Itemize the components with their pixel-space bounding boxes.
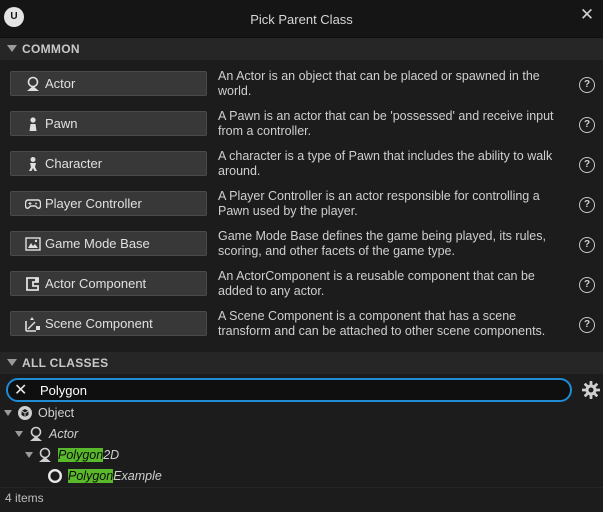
all-classes-section-header[interactable]: ALL CLASSES — [0, 352, 603, 374]
gear-icon[interactable] — [581, 380, 601, 400]
character-help-icon[interactable]: ? — [579, 157, 595, 173]
pawn-class-description: A Pawn is an actor that can be 'possesse… — [218, 109, 554, 138]
common-section-label: COMMON — [22, 42, 80, 56]
actor-component-class-description: An ActorComponent is a reusable componen… — [218, 269, 535, 298]
game-mode-base-class-label: Game Mode Base — [45, 236, 150, 251]
actor-class-label: Actor — [45, 76, 76, 91]
actor-icon — [30, 426, 42, 441]
common-class-row-game-mode-base: Game Mode Base Game Mode Base defines th… — [0, 229, 603, 269]
tree-node-polygon2d[interactable]: Polygon2D — [0, 446, 200, 466]
game-mode-base-help-icon[interactable]: ? — [579, 237, 595, 253]
tree-label-suffix: 2D — [103, 448, 120, 462]
tree-label-object: Object — [38, 406, 75, 420]
collapse-arrow-icon — [7, 359, 17, 366]
window-title: Pick Parent Class — [250, 12, 353, 27]
class-search-box[interactable]: ✕ — [6, 378, 572, 402]
common-class-row-player-controller: Player Controller A Player Controller is… — [0, 189, 603, 229]
scene-component-help-icon[interactable]: ? — [579, 317, 595, 333]
class-tree: Object Actor Polygon2D PolygonExample — [0, 404, 603, 490]
pawn-help-icon[interactable]: ? — [579, 117, 595, 133]
common-class-row-actor: Actor An Actor is an object that can be … — [0, 69, 603, 109]
scene-component-icon — [25, 317, 40, 332]
scene-component-class-description: A Scene Component is a component that ha… — [218, 309, 546, 338]
expand-arrow-icon[interactable] — [15, 431, 23, 437]
all-classes-section-label: ALL CLASSES — [22, 356, 109, 370]
actor-help-icon[interactable]: ? — [579, 77, 595, 93]
gamepad-icon — [25, 199, 41, 209]
search-match-highlight: Polygon — [68, 469, 114, 483]
tree-label-polygon2d: Polygon2D — [58, 448, 119, 462]
scene-component-class-button[interactable]: Scene Component — [10, 311, 207, 336]
search-match-highlight: Polygon — [58, 448, 104, 462]
item-count-status: 4 items — [5, 491, 44, 505]
pawn-class-label: Pawn — [45, 116, 78, 131]
character-class-label: Character — [45, 156, 103, 171]
scene-component-class-label: Scene Component — [45, 316, 153, 331]
tree-node-polygon-example[interactable]: PolygonExample — [0, 467, 200, 487]
tree-label-suffix: Example — [113, 469, 162, 483]
actor-class-button[interactable]: Actor — [10, 71, 207, 96]
collapse-arrow-icon — [7, 45, 17, 52]
common-class-row-character: Character A character is a type of Pawn … — [0, 149, 603, 189]
player-controller-help-icon[interactable]: ? — [579, 197, 595, 213]
expand-arrow-icon[interactable] — [4, 410, 12, 416]
game-mode-icon — [25, 237, 41, 251]
player-controller-class-button[interactable]: Player Controller — [10, 191, 207, 216]
character-class-description: A character is a type of Pawn that inclu… — [218, 149, 553, 178]
clear-search-icon[interactable]: ✕ — [14, 382, 27, 399]
common-class-list: Actor An Actor is an object that can be … — [0, 60, 603, 344]
common-class-row-scene-component: Scene Component A Scene Component is a c… — [0, 309, 603, 349]
game-mode-base-class-description: Game Mode Base defines the game being pl… — [218, 229, 546, 258]
common-class-row-pawn: Pawn A Pawn is an actor that can be 'pos… — [0, 109, 603, 149]
actor-icon — [39, 447, 51, 462]
game-mode-base-class-button[interactable]: Game Mode Base — [10, 231, 207, 256]
tree-label-polygon-example: PolygonExample — [68, 469, 162, 483]
object-icon — [18, 406, 32, 420]
circle-icon — [47, 468, 63, 484]
actor-component-class-button[interactable]: Actor Component — [10, 271, 207, 296]
actor-component-class-label: Actor Component — [45, 276, 147, 291]
character-icon — [29, 157, 37, 171]
tree-label-actor: Actor — [49, 427, 79, 441]
pawn-class-button[interactable]: Pawn — [10, 111, 207, 136]
player-controller-class-description: A Player Controller is an actor responsi… — [218, 189, 540, 218]
character-class-button[interactable]: Character — [10, 151, 207, 176]
pawn-icon — [29, 117, 37, 131]
close-button[interactable]: ✕ — [579, 6, 595, 23]
title-bar: U Pick Parent Class ✕ — [0, 0, 603, 38]
actor-component-icon — [26, 277, 39, 291]
tree-node-object[interactable]: Object — [0, 404, 200, 424]
class-search-input[interactable] — [40, 382, 540, 399]
actor-class-description: An Actor is an object that can be placed… — [218, 69, 540, 98]
common-section-header[interactable]: COMMON — [0, 38, 603, 60]
player-controller-class-label: Player Controller — [45, 196, 142, 211]
expand-arrow-icon[interactable] — [25, 452, 33, 458]
common-class-row-actor-component: Actor Component An ActorComponent is a r… — [0, 269, 603, 309]
status-divider — [0, 487, 603, 488]
actor-icon — [27, 76, 39, 91]
tree-node-actor[interactable]: Actor — [0, 425, 200, 445]
actor-component-help-icon[interactable]: ? — [579, 277, 595, 293]
